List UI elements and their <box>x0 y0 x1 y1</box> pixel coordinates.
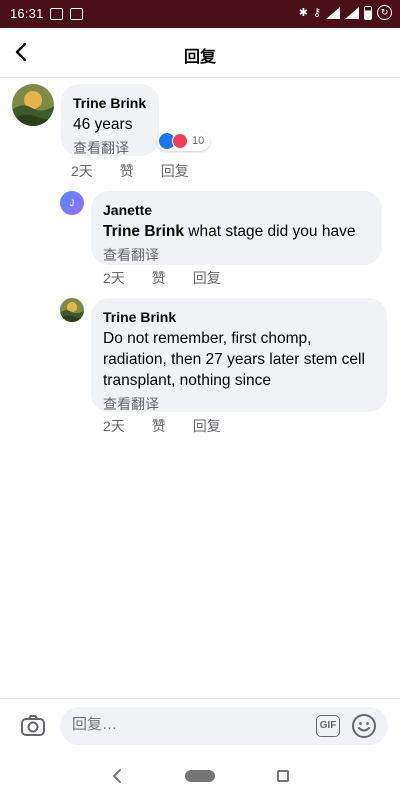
notification-icon <box>70 8 83 20</box>
see-translation-link[interactable]: 查看翻译 <box>103 394 375 414</box>
status-icons: ✱ ⚷ ↻ <box>299 5 392 20</box>
status-time: 16:31 <box>10 6 44 21</box>
see-translation-link[interactable]: 查看翻译 <box>73 138 147 158</box>
avatar-landscape-image <box>60 298 84 322</box>
status-bar: 16:31 ✱ ⚷ ↻ <box>0 0 400 28</box>
signal-icon-2 <box>345 6 359 19</box>
comment-text: Trine Brink what stage did you have <box>103 221 370 242</box>
comment-actions: 2天 赞 回复 <box>103 416 248 436</box>
comment-author[interactable]: Trine Brink <box>73 94 147 112</box>
comment-text: Do not remember, first chomp, radiation,… <box>103 330 365 389</box>
love-icon <box>172 133 188 149</box>
emoji-icon[interactable] <box>351 713 377 739</box>
nav-back-icon[interactable] <box>110 768 124 784</box>
nav-home-icon[interactable] <box>185 770 215 782</box>
reply-button[interactable]: 回复 <box>161 161 189 181</box>
page-title: 回复 <box>183 49 216 66</box>
avatar-letter: J <box>69 198 75 208</box>
comment-time: 2天 <box>103 270 125 286</box>
battery-icon <box>364 5 372 20</box>
comment-time: 2天 <box>71 163 93 179</box>
key-icon: ⚷ <box>312 7 321 19</box>
reply-button[interactable]: 回复 <box>193 268 221 288</box>
comment-text: 46 years <box>73 116 133 133</box>
comment-actions: 2天 赞 回复 <box>71 161 216 181</box>
comment-author[interactable]: Trine Brink <box>103 308 375 326</box>
reply-input[interactable] <box>72 716 302 733</box>
nav-recents-icon[interactable] <box>277 770 289 782</box>
reactions-summary[interactable]: 10 <box>157 131 211 151</box>
comment-bubble[interactable]: Trine Brink Do not remember, first chomp… <box>91 298 387 412</box>
see-translation-link[interactable]: 查看翻译 <box>103 245 370 265</box>
reply-composer: GIF <box>0 698 400 754</box>
reply-button[interactable]: 回复 <box>193 416 221 436</box>
comment-bubble[interactable]: Trine Brink 46 years 查看翻译 <box>61 84 159 156</box>
like-button[interactable]: 赞 <box>152 416 166 436</box>
like-button[interactable]: 赞 <box>120 161 134 181</box>
mention-link[interactable]: Trine Brink <box>103 223 184 240</box>
reply-input-box[interactable]: GIF <box>60 707 388 745</box>
bluetooth-icon: ✱ <box>298 7 308 19</box>
header: 回复 <box>0 28 400 78</box>
comment-bubble[interactable]: Janette Trine Brink what stage did you h… <box>91 191 382 265</box>
sync-icon: ↻ <box>377 5 392 20</box>
avatar[interactable] <box>12 84 54 126</box>
system-nav-bar <box>0 754 400 800</box>
comment-text-body: what stage did you have <box>183 223 356 240</box>
avatar[interactable] <box>60 298 84 322</box>
reaction-count: 10 <box>192 135 205 147</box>
camera-icon[interactable] <box>20 713 46 737</box>
signal-icon <box>326 6 340 19</box>
like-button[interactable]: 赞 <box>152 268 166 288</box>
gif-button[interactable]: GIF <box>316 715 340 737</box>
avatar-landscape-image <box>12 84 54 126</box>
comment-actions: 2天 赞 回复 <box>103 268 248 288</box>
message-icon <box>50 8 63 20</box>
comment-author[interactable]: Janette <box>103 201 370 219</box>
avatar[interactable]: J <box>60 191 84 215</box>
comment-time: 2天 <box>103 418 125 434</box>
